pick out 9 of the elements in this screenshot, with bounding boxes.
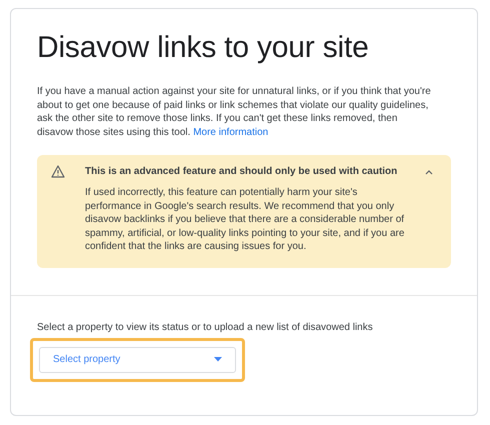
caret-icon — [214, 357, 222, 362]
intro-text: If you have a manual action against your site for unnatural links, or if you think that you're about to get one because of paid links or link schemes that violate our quality guidelines, ask the other site to remove those links. If you can't get these links removed, then disavow those sites using this tool. More information — [37, 85, 432, 139]
warning-icon — [51, 165, 65, 178]
property-label: Select a property to view its status or to upload a new list of disavowed links — [37, 322, 374, 332]
more-information-link[interactable]: More information — [193, 126, 268, 138]
warning-body: If used incorrectly, this feature can potentially harm your site's performance in Google's search results. We recommend that you only disavow backlinks if you believe that there are a considerable number of spammy, artificial, or low-quality links pointing to your site, and if you are confident that the links are causing issues for you. — [85, 186, 406, 254]
warning-title: This is an advanced feature and should only be used with caution — [85, 166, 398, 177]
property-dropdown[interactable]: Select property — [39, 346, 236, 372]
page-title: Disavow links to your site — [37, 31, 370, 65]
